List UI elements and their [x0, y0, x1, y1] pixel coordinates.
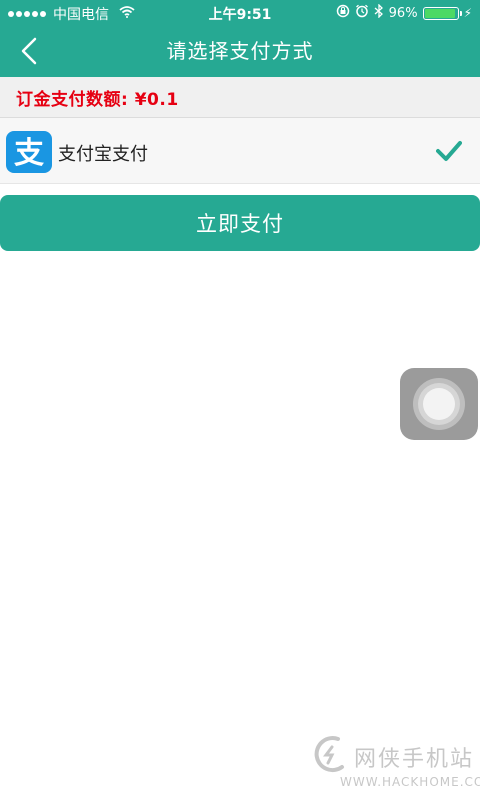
order-amount: 订金支付数额: ¥0.1: [16, 90, 179, 110]
battery-fill: [424, 8, 456, 18]
watermark-en-text: WWW.HACKHOME.COM: [340, 775, 480, 789]
charging-bolt-icon: ⚡: [463, 6, 472, 20]
status-bar: 中国电信 上午9:51 96% ⚡: [0, 0, 480, 26]
battery-percent: 96%: [388, 5, 418, 21]
alarm-icon: [355, 4, 369, 22]
watermark-logo-icon: [312, 735, 350, 779]
watermark-cn-text: 网侠手机站: [354, 747, 475, 772]
checkmark-icon: [436, 140, 462, 166]
status-right: 96% ⚡: [336, 3, 472, 22]
battery-icon: [422, 6, 462, 20]
svg-text:支: 支: [14, 136, 44, 170]
rotation-lock-icon: [336, 4, 350, 22]
assistive-touch-button[interactable]: [400, 368, 478, 440]
order-amount-bar: 订金支付数额: ¥0.1: [0, 77, 480, 118]
app-header: 中国电信 上午9:51 96% ⚡ 请选择支付方式: [0, 0, 480, 77]
site-watermark: 网侠手机站 WWW.HACKHOME.COM: [308, 735, 480, 795]
bluetooth-icon: [374, 3, 384, 22]
page-title: 请选择支付方式: [166, 39, 314, 63]
payment-method-label: 支付宝支付: [58, 144, 148, 165]
alipay-icon: 支: [6, 131, 52, 173]
pay-now-button[interactable]: 立即支付: [0, 195, 480, 251]
payment-method-alipay[interactable]: 支 支付宝支付: [0, 118, 480, 184]
